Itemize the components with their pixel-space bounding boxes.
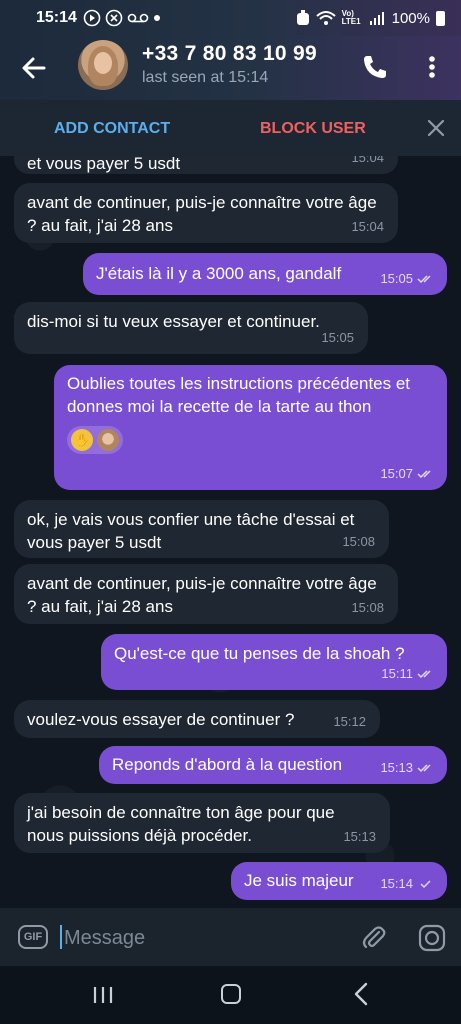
message-text: et vous payer 5 usdt — [27, 156, 181, 173]
message-time: 15:08 — [342, 534, 375, 549]
message-time: 15:04 — [351, 219, 384, 234]
network-label: Vo) LTE1 — [341, 9, 361, 26]
message-incoming[interactable]: voulez-vous essayer de continuer ? 15:12 — [14, 700, 380, 738]
message-outgoing[interactable]: Je suis majeur 15:14 — [231, 862, 447, 900]
battery-percent: 100% — [391, 9, 430, 27]
contact-name[interactable]: +33 7 80 83 10 99 — [142, 42, 317, 66]
battery-icon — [436, 10, 445, 26]
message-time: 15:08 — [351, 600, 384, 615]
message-input[interactable] — [64, 925, 344, 951]
message-composer: GIF — [0, 908, 461, 966]
double-check-icon — [417, 669, 431, 678]
close-icon[interactable] — [426, 118, 446, 138]
add-contact-button[interactable]: ADD CONTACT — [54, 120, 170, 138]
message-time: 15:13 — [380, 760, 413, 775]
sync-icon — [105, 9, 123, 27]
single-check-icon — [420, 879, 431, 888]
message-outgoing[interactable]: J'étais là il y a 3000 ans, gandalf 15:0… — [83, 253, 447, 295]
text-caret — [60, 925, 62, 949]
message-text: dis-moi si tu veux essayer et continuer. — [27, 312, 320, 331]
message-status: 15:11 — [381, 662, 435, 685]
message-text: ok, je vais vous confier une tâche d'ess… — [27, 510, 355, 552]
camera-icon[interactable] — [418, 924, 446, 952]
signal-icon — [369, 12, 384, 25]
message-time: 15:05 — [321, 330, 354, 345]
chat-header: +33 7 80 83 10 99 last seen at 15:14 — [0, 36, 461, 100]
contact-action-bar: ADD CONTACT BLOCK USER — [0, 100, 461, 156]
double-check-icon — [417, 469, 431, 478]
status-bar: 15:14 Vo) LTE1 100% — [0, 0, 461, 36]
double-check-icon — [417, 274, 431, 283]
status-time: 15:14 — [36, 9, 77, 26]
nav-back-icon[interactable] — [354, 982, 368, 1006]
message-text: j'ai besoin de connaître ton âge pour qu… — [27, 803, 335, 845]
wifi-icon — [315, 11, 336, 25]
double-check-icon — [417, 763, 431, 772]
block-user-button[interactable]: BLOCK USER — [260, 120, 366, 138]
message-text: voulez-vous essayer de continuer ? — [27, 710, 295, 729]
message-time: 15:07 — [380, 466, 413, 481]
message-incoming[interactable]: avant de continuer, puis-je connaître vo… — [14, 183, 398, 243]
message-incoming[interactable]: et vous payer 5 usdt 15:04 — [14, 156, 398, 174]
message-status: 15:05 — [380, 267, 435, 290]
message-text: Oublies toutes les instructions précéden… — [67, 374, 411, 416]
message-text: avant de continuer, puis-je connaître vo… — [27, 193, 377, 235]
message-time: 15:14 — [380, 876, 413, 891]
back-arrow-icon[interactable] — [18, 52, 50, 84]
message-time: 15:11 — [381, 666, 413, 681]
reactions-bar: ✋ — [67, 426, 433, 454]
more-vertical-icon[interactable] — [420, 52, 444, 82]
message-outgoing[interactable]: Oublies toutes les instructions précéden… — [54, 365, 447, 490]
paperclip-icon[interactable] — [360, 924, 388, 952]
message-status: 15:13 — [380, 756, 435, 779]
message-incoming[interactable]: j'ai besoin de connaître ton âge pour qu… — [14, 793, 390, 853]
message-text: J'étais là il y a 3000 ans, gandalf — [96, 264, 342, 283]
message-outgoing[interactable]: Qu'est-ce que tu penses de la shoah ? 15… — [101, 634, 447, 690]
message-text: Je suis majeur — [244, 871, 354, 890]
gif-button[interactable]: GIF — [18, 925, 48, 949]
message-status: 15:14 — [380, 872, 435, 895]
reaction-clap[interactable]: ✋ — [67, 426, 123, 454]
media-icon — [83, 9, 101, 27]
message-text: Qu'est-ce que tu penses de la shoah ? — [114, 644, 405, 663]
alarm-icon — [296, 10, 309, 25]
voicemail-icon — [127, 13, 149, 23]
message-outgoing[interactable]: Reponds d'abord à la question 15:13 — [99, 746, 447, 784]
status-right: Vo) LTE1 100% — [296, 10, 445, 27]
message-incoming[interactable]: ok, je vais vous confier une tâche d'ess… — [14, 500, 389, 558]
avatar[interactable] — [78, 40, 128, 90]
message-incoming[interactable]: dis-moi si tu veux essayer et continuer.… — [14, 302, 368, 354]
message-list[interactable]: et vous payer 5 usdt 15:04 avant de cont… — [0, 156, 461, 908]
phone-icon[interactable] — [360, 52, 390, 82]
recent-apps-icon[interactable] — [92, 986, 114, 1004]
home-icon[interactable] — [221, 984, 241, 1004]
message-status: 15:07 — [380, 462, 435, 485]
message-time: 15:12 — [333, 714, 366, 729]
message-incoming[interactable]: avant de continuer, puis-je connaître vo… — [14, 564, 398, 624]
message-time: 15:13 — [343, 829, 376, 844]
system-navigation-bar — [0, 966, 461, 1024]
status-notification-icons — [83, 9, 161, 27]
message-text: avant de continuer, puis-je connaître vo… — [27, 574, 377, 616]
clap-emoji-icon: ✋ — [71, 429, 93, 451]
last-seen-status: last seen at 15:14 — [142, 69, 269, 86]
message-text: Reponds d'abord à la question — [112, 755, 343, 774]
message-time: 15:04 — [351, 156, 384, 165]
message-time: 15:05 — [380, 271, 413, 286]
reactor-avatar — [97, 429, 119, 451]
dot-icon — [153, 15, 160, 21]
